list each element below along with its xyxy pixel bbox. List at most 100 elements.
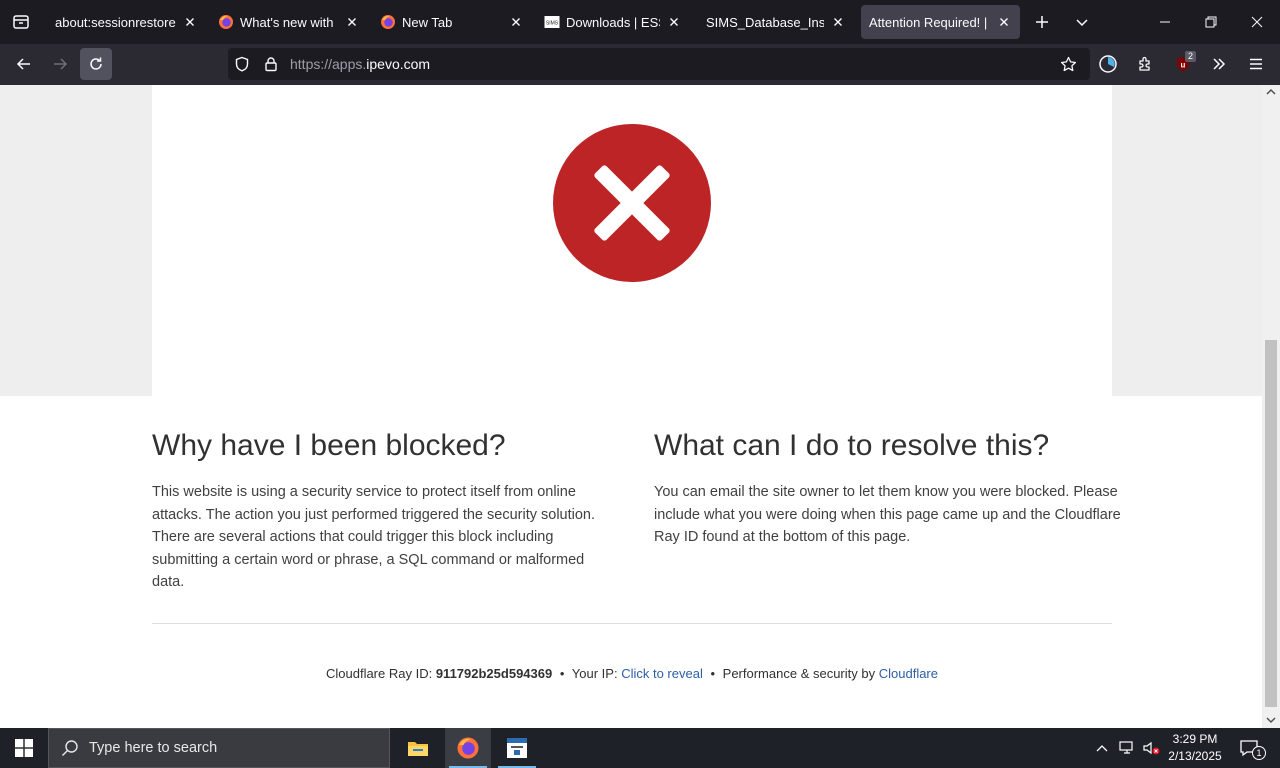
taskbar-search-box[interactable]: Type here to search bbox=[48, 728, 390, 768]
extensions-button[interactable] bbox=[1129, 48, 1161, 80]
network-icon bbox=[1119, 741, 1133, 754]
ip-label: Your IP: bbox=[571, 666, 618, 681]
url-text[interactable]: https://apps.ipevo.com bbox=[290, 48, 430, 80]
notification-count-badge: 1 bbox=[1252, 746, 1266, 760]
tab-title: SIMS_Database_Install.pdf bbox=[706, 14, 824, 30]
firefox-view-button[interactable] bbox=[0, 0, 42, 44]
error-x-icon bbox=[552, 123, 712, 283]
extension-badge: 2 bbox=[1185, 51, 1197, 62]
divider bbox=[152, 623, 1112, 624]
forward-button[interactable] bbox=[44, 48, 76, 80]
tab-strip: about:sessionrestore What's new with Fir… bbox=[0, 0, 1280, 44]
tab-attention-required[interactable]: Attention Required! | Cloudflare bbox=[861, 5, 1020, 39]
lock-icon[interactable] bbox=[263, 56, 279, 72]
list-all-tabs-button[interactable] bbox=[1062, 0, 1102, 44]
close-window-button[interactable] bbox=[1234, 0, 1280, 44]
close-icon[interactable] bbox=[666, 14, 682, 30]
app-menu-button[interactable] bbox=[1240, 48, 1272, 80]
minimize-icon bbox=[1160, 21, 1170, 23]
close-icon[interactable] bbox=[182, 14, 198, 30]
chevron-up-icon bbox=[1096, 745, 1108, 752]
tab-session-restore[interactable]: about:sessionrestore bbox=[47, 5, 206, 39]
separator: • bbox=[559, 666, 565, 681]
tab-title: New Tab bbox=[402, 14, 453, 30]
scrollbar-thumb[interactable] bbox=[1265, 340, 1277, 707]
volume-muted-icon bbox=[1143, 741, 1160, 755]
scroll-up-arrow-icon[interactable] bbox=[1266, 88, 1276, 96]
restore-icon bbox=[1205, 16, 1217, 28]
start-button[interactable] bbox=[0, 728, 48, 768]
restore-button[interactable] bbox=[1188, 0, 1234, 44]
puzzle-piece-icon bbox=[1139, 56, 1150, 71]
firefox-icon bbox=[218, 14, 234, 30]
application-icon bbox=[507, 738, 527, 758]
hamburger-menu-icon bbox=[1250, 58, 1262, 70]
chevron-down-icon bbox=[1076, 19, 1088, 27]
clock-date: 2/13/2025 bbox=[1168, 749, 1222, 763]
app-taskbar-button[interactable] bbox=[494, 728, 540, 768]
why-blocked-text: This website is using a security service… bbox=[152, 484, 596, 590]
firefox-icon bbox=[380, 14, 396, 30]
tab-sims-pdf[interactable]: SIMS_Database_Install.pdf bbox=[698, 5, 854, 39]
firefox-taskbar-button[interactable] bbox=[445, 728, 491, 768]
network-tray-button[interactable] bbox=[1115, 728, 1139, 768]
taskbar-clock[interactable]: 3:29 PM 2/13/2025 bbox=[1162, 728, 1228, 768]
back-button[interactable] bbox=[8, 48, 40, 80]
privacy-report-button[interactable] bbox=[1092, 48, 1124, 80]
tab-title: Attention Required! | Cloudflare bbox=[869, 14, 990, 30]
double-chevron-right-icon bbox=[1213, 58, 1226, 70]
ray-id-value: 911792b25d594369 bbox=[435, 666, 553, 681]
volume-tray-button[interactable] bbox=[1140, 728, 1162, 768]
url-prefix: https://apps. bbox=[290, 56, 367, 72]
tab-title: Downloads | ESS SIMS bbox=[566, 14, 660, 30]
search-icon bbox=[61, 739, 79, 757]
scroll-down-arrow-icon[interactable] bbox=[1266, 716, 1276, 724]
close-icon[interactable] bbox=[344, 14, 360, 30]
windows-logo-icon bbox=[15, 739, 33, 757]
performance-label: Performance & security by bbox=[722, 666, 876, 681]
new-tab-button[interactable] bbox=[1022, 0, 1062, 44]
tab-new-tab[interactable]: New Tab bbox=[372, 5, 532, 39]
close-icon[interactable] bbox=[508, 14, 524, 30]
resolve-text: You can email the site owner to let them… bbox=[654, 484, 1121, 545]
navigation-toolbar: https://apps.ipevo.com u 2 bbox=[0, 44, 1280, 85]
arrow-left-icon bbox=[16, 58, 30, 70]
ublock-origin-button[interactable]: u 2 bbox=[1167, 48, 1199, 80]
reload-icon bbox=[90, 57, 102, 70]
cloudflare-link[interactable]: Cloudflare bbox=[879, 666, 938, 681]
arrow-right-icon bbox=[54, 58, 68, 70]
separator: • bbox=[710, 666, 716, 681]
reveal-ip-link[interactable]: Click to reveal bbox=[621, 666, 703, 681]
show-hidden-icons-button[interactable] bbox=[1092, 728, 1112, 768]
svg-text:u: u bbox=[1181, 61, 1186, 70]
bookmark-star-icon[interactable] bbox=[1060, 56, 1077, 73]
close-icon[interactable] bbox=[996, 14, 1012, 30]
url-bar[interactable]: https://apps.ipevo.com bbox=[228, 48, 1090, 80]
firefox-icon bbox=[457, 737, 479, 759]
tab-whats-new[interactable]: What's new with Firefox bbox=[210, 5, 368, 39]
notification-center-button[interactable]: 1 bbox=[1234, 728, 1266, 768]
svg-text:SIMS: SIMS bbox=[546, 21, 559, 27]
why-blocked-heading: Why have I been blocked? bbox=[152, 429, 506, 462]
tab-downloads-sims[interactable]: SIMS Downloads | ESS SIMS bbox=[536, 5, 690, 39]
resolve-heading: What can I do to resolve this? bbox=[654, 429, 1050, 462]
search-placeholder: Type here to search bbox=[89, 740, 218, 756]
error-banner bbox=[152, 85, 1112, 396]
reload-button[interactable] bbox=[80, 48, 112, 80]
plus-icon bbox=[1036, 16, 1048, 28]
folder-icon bbox=[408, 742, 428, 756]
tracking-protection-shield-icon[interactable] bbox=[234, 56, 250, 72]
page-content: Why have I been blocked? This website is… bbox=[0, 85, 1262, 728]
clock-time: 3:29 PM bbox=[1172, 732, 1218, 746]
close-icon[interactable] bbox=[830, 14, 846, 30]
file-explorer-taskbar-button[interactable] bbox=[395, 728, 441, 768]
cloudflare-footer: Cloudflare Ray ID: 911792b25d594369 • Yo… bbox=[152, 666, 1112, 681]
firefox-view-icon bbox=[13, 15, 29, 29]
close-icon bbox=[1251, 16, 1263, 28]
minimize-button[interactable] bbox=[1142, 0, 1188, 44]
pie-chart-icon bbox=[1099, 55, 1117, 73]
url-domain: ipevo.com bbox=[366, 56, 431, 72]
vertical-scrollbar[interactable] bbox=[1262, 85, 1280, 728]
windows-taskbar: Type here to search 3:29 PM 2/13/2025 1 bbox=[0, 728, 1280, 768]
more-tools-button[interactable] bbox=[1203, 48, 1235, 80]
